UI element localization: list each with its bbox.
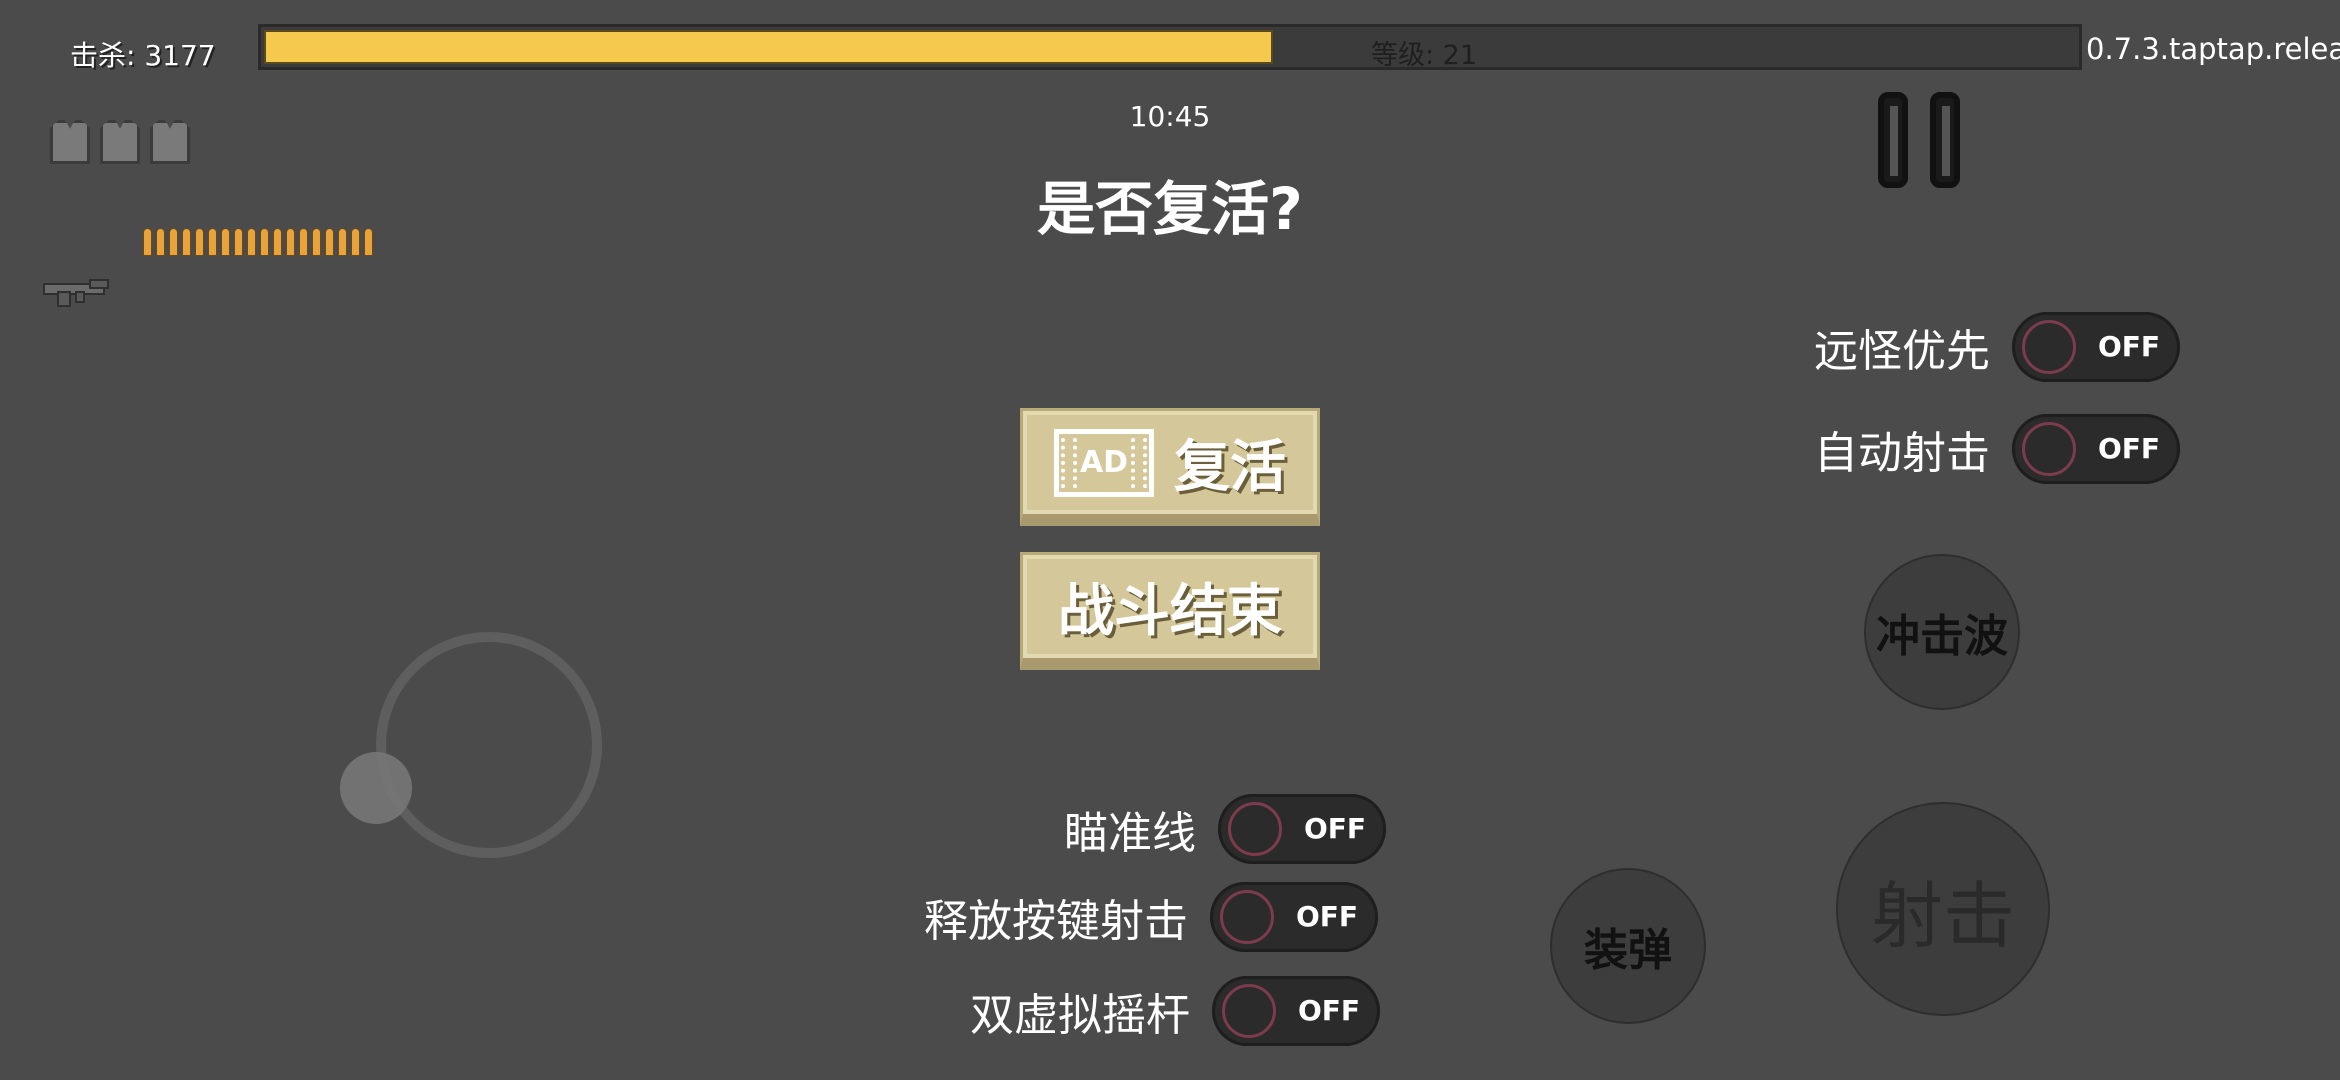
ad-badge-text: AD (1079, 445, 1129, 480)
toggle-knob (2022, 320, 2076, 374)
shoot-label: 射击 (1870, 873, 2015, 958)
armor-vest-icon (50, 120, 90, 164)
armor-vest-icon (100, 120, 140, 164)
toggle-state: OFF (1304, 812, 1367, 845)
shockwave-button[interactable]: 冲击波 (1864, 554, 2020, 710)
toggle-state: OFF (1296, 900, 1359, 933)
auto-shoot-toggle[interactable]: OFF (2012, 414, 2180, 484)
dual-joystick-toggle[interactable]: OFF (1212, 976, 1380, 1046)
kill-counter: 击杀: 3177 (70, 39, 216, 72)
bullet-icon (260, 228, 269, 256)
weapon-icon (43, 279, 109, 307)
toggle-knob (1228, 802, 1282, 856)
bullet-icon (221, 228, 230, 256)
toggle-state: OFF (1298, 994, 1361, 1027)
toggle-row-dual-joystick: 双虚拟摇杆 OFF (970, 976, 1380, 1046)
reload-label: 装弹 (1584, 925, 1672, 976)
timer: 10:45 (1129, 100, 1211, 133)
aim-line-toggle[interactable]: OFF (1218, 794, 1386, 864)
bullet-icon (286, 228, 295, 256)
toggle-state: OFF (2098, 432, 2161, 465)
dual-joystick-label: 双虚拟摇杆 (970, 990, 1190, 1041)
toggle-row-release-to-shoot: 释放按键射击 OFF (924, 882, 1378, 952)
bullet-icon (338, 228, 347, 256)
far-monster-first-label: 远怪优先 (1814, 326, 1990, 377)
end-battle-button[interactable]: 战斗结束 (1020, 552, 1320, 670)
bullet-icon (234, 228, 243, 256)
bullet-icon (182, 228, 191, 256)
ammo-indicator (143, 228, 373, 256)
toggle-state: OFF (2098, 330, 2161, 363)
bullet-icon (312, 228, 321, 256)
bullet-icon (364, 228, 373, 256)
toggle-knob (2022, 422, 2076, 476)
shockwave-label: 冲击波 (1876, 611, 2008, 662)
level-progress-bar: 等级: 21 (258, 24, 2082, 71)
revive-ad-button[interactable]: AD 复活 (1020, 408, 1320, 526)
virtual-joystick-ring[interactable] (376, 632, 602, 858)
ad-video-icon: AD (1054, 428, 1154, 497)
bullet-icon (247, 228, 256, 256)
bullet-icon (351, 228, 360, 256)
revive-button-label: 复活 (1174, 435, 1286, 500)
game-screen: 击杀: 3177 等级: 21 0.7.3.taptap.release 10:… (0, 0, 2340, 1080)
virtual-joystick-knob[interactable] (340, 752, 412, 824)
toggle-knob (1220, 890, 1274, 944)
pause-icon-bar (1930, 92, 1960, 188)
level-label: 等级: 21 (1371, 40, 1478, 71)
aim-line-label: 瞄准线 (1064, 808, 1196, 859)
toggle-row-far-monster-first: 远怪优先 OFF (1814, 312, 2180, 382)
shoot-button[interactable]: 射击 (1836, 802, 2050, 1016)
far-monster-first-toggle[interactable]: OFF (2012, 312, 2180, 382)
bullet-icon (208, 228, 217, 256)
release-to-shoot-toggle[interactable]: OFF (1210, 882, 1378, 952)
auto-shoot-label: 自动射击 (1814, 428, 1990, 479)
bullet-icon (299, 228, 308, 256)
toggle-row-auto-shoot: 自动射击 OFF (1814, 414, 2180, 484)
pause-icon (1878, 92, 1908, 188)
revive-prompt-title: 是否复活? (1037, 175, 1303, 243)
version-label: 0.7.3.taptap.release (2086, 32, 2340, 66)
armor-indicator (50, 120, 190, 164)
bullet-icon (156, 228, 165, 256)
toggle-knob (1222, 984, 1276, 1038)
reload-button[interactable]: 装弹 (1550, 868, 1706, 1024)
toggle-row-aim-line: 瞄准线 OFF (1064, 794, 1386, 864)
pause-button[interactable] (1874, 92, 1984, 192)
armor-vest-icon (150, 120, 190, 164)
bullet-icon (273, 228, 282, 256)
bullet-icon (143, 228, 152, 256)
bullet-icon (169, 228, 178, 256)
release-to-shoot-label: 释放按键射击 (924, 896, 1188, 947)
end-battle-label: 战斗结束 (1058, 579, 1282, 644)
bullet-icon (195, 228, 204, 256)
bullet-icon (325, 228, 334, 256)
